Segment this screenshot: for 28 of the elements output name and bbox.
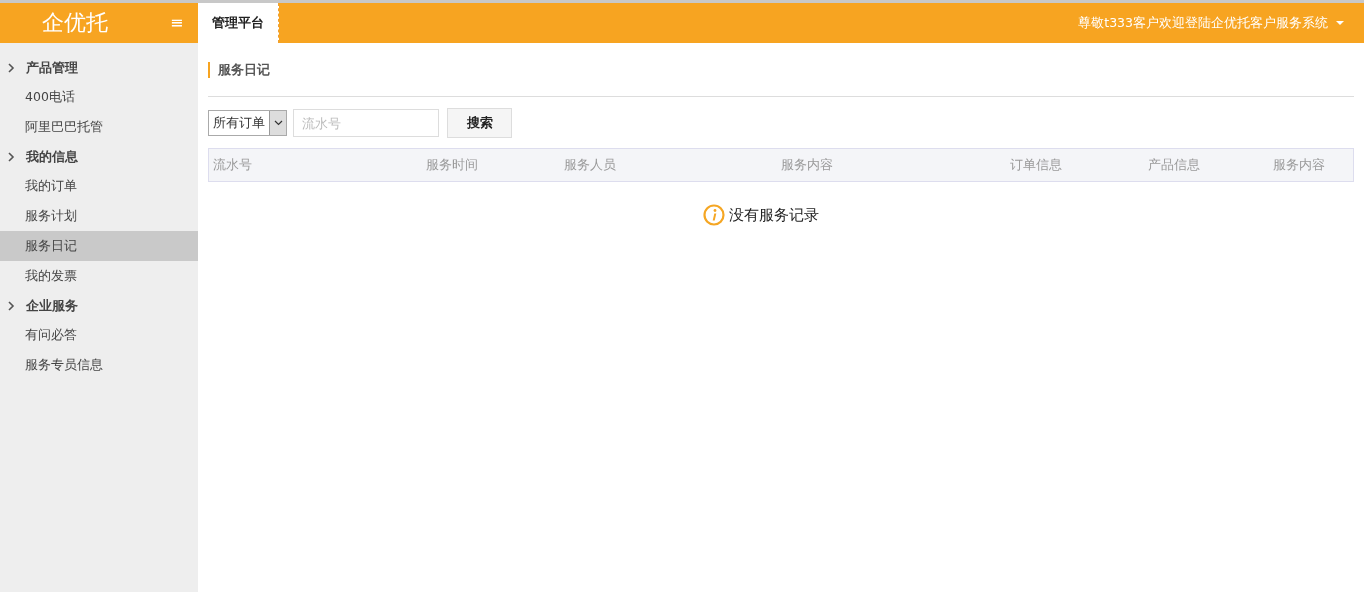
search-button[interactable]: 搜索 xyxy=(447,108,512,138)
caret-icon xyxy=(1336,21,1344,25)
column-header: 服务时间 xyxy=(426,156,479,174)
tab[interactable]: 管理平台 xyxy=(198,3,279,43)
sidebar-item[interactable]: 400电话 xyxy=(0,82,198,112)
info-icon xyxy=(703,204,725,226)
column-header: 服务内容 xyxy=(1273,156,1326,174)
logo: 企优托 xyxy=(42,9,109,37)
sidebar-group[interactable]: 企业服务 xyxy=(0,291,198,320)
column-header: 产品信息 xyxy=(1148,156,1201,174)
search-field[interactable]: 流水号 xyxy=(293,109,439,137)
sidebar-item[interactable]: 我的订单 xyxy=(0,171,198,201)
sidebar-group[interactable]: 我的信息 xyxy=(0,142,198,171)
column-header: 流水号 xyxy=(213,156,253,174)
sidebar-item[interactable]: 服务专员信息 xyxy=(0,350,198,380)
page-title: 服务日记 xyxy=(208,62,1354,78)
sidebar-group[interactable]: 产品管理 xyxy=(0,53,198,82)
column-header: 服务内容 xyxy=(781,156,834,174)
empty-message: 没有服务记录 xyxy=(729,205,819,225)
sidebar-item[interactable]: 我的发票 xyxy=(0,261,198,291)
column-header: 订单信息 xyxy=(1010,156,1063,174)
sidebar-item[interactable]: 阿里巴巴托管 xyxy=(0,112,198,142)
sidebar-item[interactable]: 服务计划 xyxy=(0,201,198,231)
dropdown-icon xyxy=(269,111,286,135)
column-header: 服务人员 xyxy=(564,156,617,174)
order-select[interactable]: 所有订单 xyxy=(208,110,287,136)
sidebar-item[interactable]: 有问必答 xyxy=(0,320,198,350)
sidebar-item[interactable]: 服务日记 xyxy=(0,231,198,261)
